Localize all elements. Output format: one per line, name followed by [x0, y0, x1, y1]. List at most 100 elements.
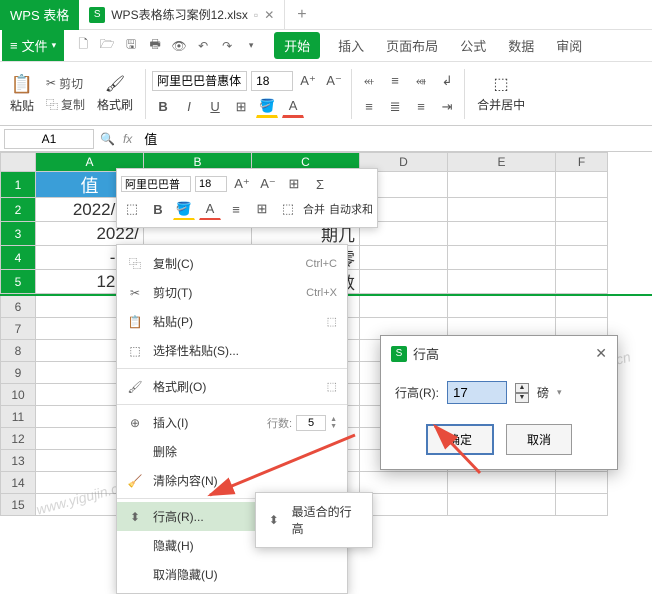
cell-e14[interactable] — [448, 472, 556, 494]
copy-button[interactable]: ⿻复制 — [42, 94, 89, 115]
cut-button[interactable]: ✂剪切 — [42, 73, 89, 94]
ctx-cut[interactable]: ✂ 剪切(T) Ctrl+X — [117, 278, 347, 307]
mini-format-icon[interactable]: ⬚ — [121, 198, 143, 220]
select-all-corner[interactable] — [0, 152, 36, 172]
ctx-paste-special[interactable]: ⬚ 选择性粘贴(S)... — [117, 336, 347, 365]
row-header-15[interactable]: 15 — [0, 494, 36, 516]
row-header-7[interactable]: 7 — [0, 318, 36, 340]
cell-f4[interactable] — [556, 246, 608, 270]
tab-home[interactable]: 开始 — [274, 32, 320, 59]
save-icon[interactable]: 🖫 — [120, 35, 142, 57]
spin-up-icon[interactable]: ▲ — [515, 383, 529, 393]
row-header-6[interactable]: 6 — [0, 296, 36, 318]
ctx-best-fit-row-height[interactable]: ⬍ 最适合的行高 — [256, 497, 372, 543]
ctx-paste[interactable]: 📋 粘贴(P) ⬚ — [117, 307, 347, 336]
cell-e15[interactable] — [448, 494, 556, 516]
align-middle-icon[interactable]: ≡ — [384, 70, 406, 92]
row-header-14[interactable]: 14 — [0, 472, 36, 494]
name-box[interactable] — [4, 129, 94, 149]
paste-button[interactable]: 📋 粘贴 — [4, 70, 40, 118]
tab-insert[interactable]: 插入 — [334, 32, 368, 59]
font-select[interactable] — [152, 71, 247, 91]
cancel-button[interactable]: 取消 — [506, 424, 572, 455]
ctx-delete[interactable]: 删除 — [117, 437, 347, 466]
close-tab-icon[interactable]: ✕ — [264, 8, 274, 22]
tab-data[interactable]: 数据 — [504, 32, 538, 59]
cell-d4[interactable] — [360, 246, 448, 270]
tab-formula[interactable]: 公式 — [456, 32, 490, 59]
ctx-clear[interactable]: 🧹 清除内容(N) — [117, 466, 347, 495]
align-right-icon[interactable]: ≡ — [410, 96, 432, 118]
print-preview-icon[interactable]: 👁 — [168, 35, 190, 57]
spin-down-icon[interactable]: ▼ — [515, 393, 529, 403]
ctx-unhide[interactable]: 取消隐藏(U) — [117, 560, 347, 589]
bold-button[interactable]: B — [152, 96, 174, 118]
row-header-9[interactable]: 9 — [0, 362, 36, 384]
row-header-4[interactable]: 4 — [0, 246, 36, 270]
mini-bold-button[interactable]: B — [147, 198, 169, 220]
undo-icon[interactable]: ↶ — [192, 35, 214, 57]
tab-review[interactable]: 审阅 — [552, 32, 586, 59]
cell-d14[interactable] — [360, 472, 448, 494]
indent-icon[interactable]: ⇥ — [436, 96, 458, 118]
dialog-close-button[interactable]: ✕ — [595, 345, 607, 362]
row-header-5[interactable]: 5 — [0, 270, 36, 294]
document-tab[interactable]: S WPS表格练习案例12.xlsx ▫ ✕ — [79, 0, 285, 30]
fx-icon[interactable]: fx — [123, 132, 132, 146]
cell-f14[interactable] — [556, 472, 608, 494]
row-header-12[interactable]: 12 — [0, 428, 36, 450]
mini-increase-font-icon[interactable]: A⁺ — [231, 173, 253, 195]
italic-button[interactable]: I — [178, 96, 200, 118]
new-icon[interactable]: 🗋 — [72, 35, 94, 57]
formula-input[interactable] — [138, 129, 648, 148]
cell-e4[interactable] — [448, 246, 556, 270]
ctx-copy[interactable]: ⿻ 复制(C) Ctrl+C — [117, 249, 347, 278]
ok-button[interactable]: 确定 — [426, 424, 494, 455]
row-height-spinner[interactable]: ▲ ▼ — [515, 383, 529, 403]
tab-menu-icon[interactable]: ▫ — [254, 8, 258, 22]
row-header-8[interactable]: 8 — [0, 340, 36, 362]
row-header-13[interactable]: 13 — [0, 450, 36, 472]
cell-f6[interactable] — [556, 296, 608, 318]
mini-font-color-icon[interactable]: A — [199, 198, 221, 220]
insert-rows-input[interactable] — [296, 415, 326, 431]
col-header-f[interactable]: F — [556, 152, 608, 172]
mini-border-icon[interactable]: ⊞ — [283, 173, 305, 195]
cell-e1[interactable] — [448, 172, 556, 198]
row-header-1[interactable]: 1 — [0, 172, 36, 198]
decrease-font-icon[interactable]: A⁻ — [323, 70, 345, 92]
fill-color-button[interactable]: 🪣 — [256, 96, 278, 118]
cell-d5[interactable] — [360, 270, 448, 294]
mini-align-icon[interactable]: ≡ — [225, 198, 247, 220]
cell-d6[interactable] — [360, 296, 448, 318]
file-menu[interactable]: ≡文件▾ — [2, 30, 64, 61]
redo-icon[interactable]: ↷ — [216, 35, 238, 57]
mini-font-select[interactable] — [121, 176, 191, 192]
print-icon[interactable]: 🖶 — [144, 35, 166, 57]
open-icon[interactable]: 🗁 — [96, 35, 118, 57]
tab-page-layout[interactable]: 页面布局 — [382, 32, 442, 59]
cell-f1[interactable] — [556, 172, 608, 198]
font-size-select[interactable] — [251, 71, 293, 91]
mini-autosum-icon[interactable]: Σ — [309, 173, 331, 195]
row-header-10[interactable]: 10 — [0, 384, 36, 406]
mini-fill-icon[interactable]: 🪣 — [173, 198, 195, 220]
zoom-icon[interactable]: 🔍 — [100, 132, 115, 146]
cell-f3[interactable] — [556, 222, 608, 246]
merge-center-button[interactable]: ⬚ 合并居中 — [471, 70, 531, 117]
mini-decrease-font-icon[interactable]: A⁻ — [257, 173, 279, 195]
row-header-11[interactable]: 11 — [0, 406, 36, 428]
mini-merge-label[interactable]: 合并 — [303, 201, 325, 217]
cell-e6[interactable] — [448, 296, 556, 318]
wrap-text-icon[interactable]: ↲ — [436, 70, 458, 92]
mini-size-select[interactable] — [195, 176, 227, 192]
cell-f2[interactable] — [556, 198, 608, 222]
row-header-2[interactable]: 2 — [0, 198, 36, 222]
cell-d15[interactable] — [360, 494, 448, 516]
cell-e3[interactable] — [448, 222, 556, 246]
format-painter-button[interactable]: 🖌 格式刷 — [91, 70, 139, 117]
mini-more-icon[interactable]: ⬚ — [277, 198, 299, 220]
underline-button[interactable]: U — [204, 96, 226, 118]
ctx-format-painter[interactable]: 🖌 格式刷(O) ⬚ — [117, 372, 347, 401]
row-header-3[interactable]: 3 — [0, 222, 36, 246]
